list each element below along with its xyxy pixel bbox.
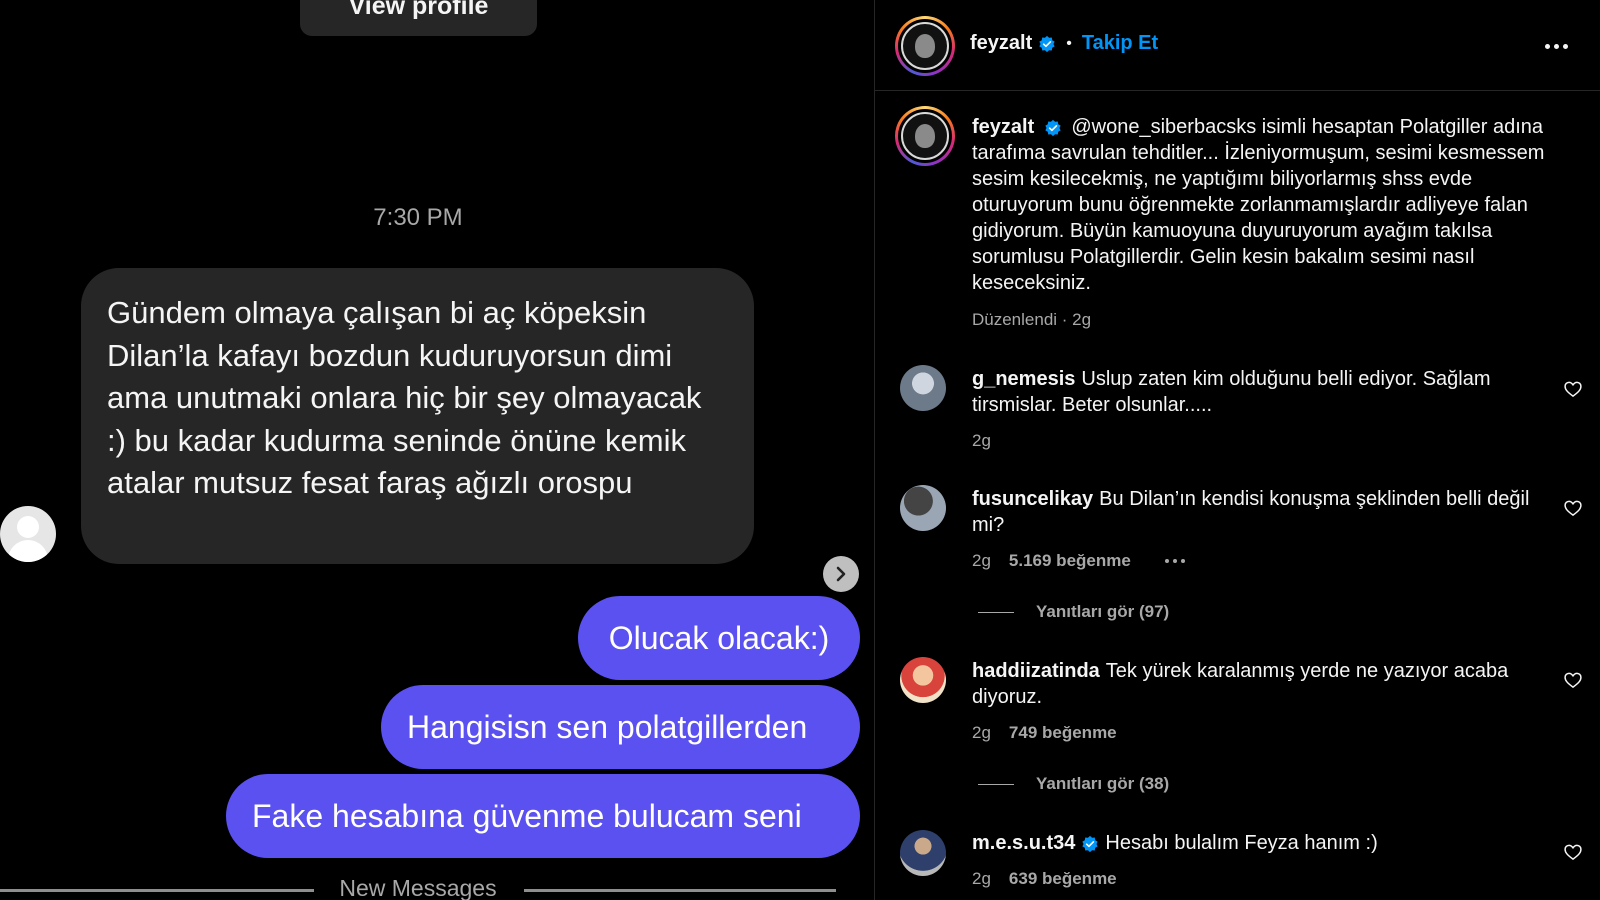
view-replies-label[interactable]: Yanıtları gör (97) xyxy=(1036,602,1169,622)
comment-username[interactable]: m.e.s.u.t34 xyxy=(972,832,1075,854)
divider xyxy=(524,889,836,892)
more-options-icon[interactable] xyxy=(1545,44,1568,49)
more-options-icon[interactable] xyxy=(1164,559,1185,563)
post-panel: feyzalt • Takip Et feyzalt @wone_siberba… xyxy=(874,0,1600,900)
comment-likes[interactable]: 5.169 beğenme xyxy=(1009,551,1131,571)
comment-username[interactable]: g_nemesis xyxy=(972,368,1075,390)
heart-icon[interactable] xyxy=(1563,842,1583,862)
comment-body: Hesabı bulalım Feyza hanım :) xyxy=(1105,832,1378,854)
new-messages-label: New Messages xyxy=(339,875,497,900)
caption-meta: Düzenlendi · 2g xyxy=(972,310,1092,329)
view-replies-button[interactable]: Yanıtları gör (38) xyxy=(978,774,1169,794)
comment-likes[interactable]: 749 beğenme xyxy=(1009,723,1117,743)
avatar[interactable] xyxy=(900,485,946,531)
comment-time: 2g xyxy=(972,723,991,742)
comment-likes[interactable]: 639 beğenme xyxy=(1009,869,1117,889)
profile-avatar[interactable] xyxy=(895,16,955,76)
comment-text: fusuncelikay Bu Dilan’ın kendisi konuşma … xyxy=(972,486,1532,538)
comment-text: haddiizatinda Tek yürek karalanmış yerde … xyxy=(972,658,1532,710)
comment-username[interactable]: fusuncelikay xyxy=(972,488,1093,510)
caption-username[interactable]: feyzalt xyxy=(972,116,1034,138)
message-timestamp: 7:30 PM xyxy=(373,204,463,231)
dm-conversation: View profile 7:30 PM Gündem olmaya çalış… xyxy=(0,0,874,900)
comment-meta: 2g 639 beğenme xyxy=(972,869,1117,889)
heart-icon[interactable] xyxy=(1563,379,1583,399)
chevron-right-icon[interactable] xyxy=(823,556,859,592)
comment-username[interactable]: haddiizatinda xyxy=(972,660,1100,682)
verified-badge-icon xyxy=(1039,35,1055,52)
separator-dot: • xyxy=(1066,34,1072,52)
avatar[interactable] xyxy=(900,830,946,876)
outgoing-message-bubble: Fake hesabına güvenme bulucam seni xyxy=(226,774,860,858)
post-caption: feyzalt @wone_siberbacsks isimli hesapta… xyxy=(972,114,1552,296)
verified-badge-icon xyxy=(1082,835,1099,852)
comment-time: 2g xyxy=(972,869,991,888)
avatar[interactable] xyxy=(900,365,946,411)
caption-avatar[interactable] xyxy=(895,106,955,166)
comment-meta: 2g 5.169 beğenme xyxy=(972,551,1185,571)
comment-text: g_nemesis Uslup zaten kim olduğunu belli … xyxy=(972,366,1532,418)
comment-time: 2g xyxy=(972,551,991,570)
outgoing-message-bubble: Olucak olacak:) xyxy=(578,596,860,680)
header-username[interactable]: feyzalt xyxy=(970,32,1032,55)
comment-text: m.e.s.u.t34 Hesabı bulalım Feyza hanım :) xyxy=(972,830,1532,856)
caption-text: @wone_siberbacsks isimli hesaptan Polatg… xyxy=(972,116,1545,294)
verified-badge-icon xyxy=(1045,119,1061,136)
follow-button[interactable]: Takip Et xyxy=(1082,32,1158,55)
view-profile-button[interactable]: View profile xyxy=(300,0,537,36)
divider xyxy=(0,889,314,892)
incoming-message-bubble: Gündem olmaya çalışan bi aç köpeksin Dil… xyxy=(81,268,754,564)
heart-icon[interactable] xyxy=(1563,498,1583,518)
post-header: feyzalt • Takip Et xyxy=(875,0,1600,91)
heart-icon[interactable] xyxy=(1563,670,1583,690)
view-replies-button[interactable]: Yanıtları gör (97) xyxy=(978,602,1169,622)
outgoing-message-bubble: Hangisisn sen polatgillerden xyxy=(381,685,860,769)
default-avatar-icon[interactable] xyxy=(0,506,56,562)
view-replies-label[interactable]: Yanıtları gör (38) xyxy=(1036,774,1169,794)
comment-meta: 2g xyxy=(972,431,991,451)
avatar[interactable] xyxy=(900,657,946,703)
comment-time: 2g xyxy=(972,431,991,450)
comment-meta: 2g 749 beğenme xyxy=(972,723,1117,743)
